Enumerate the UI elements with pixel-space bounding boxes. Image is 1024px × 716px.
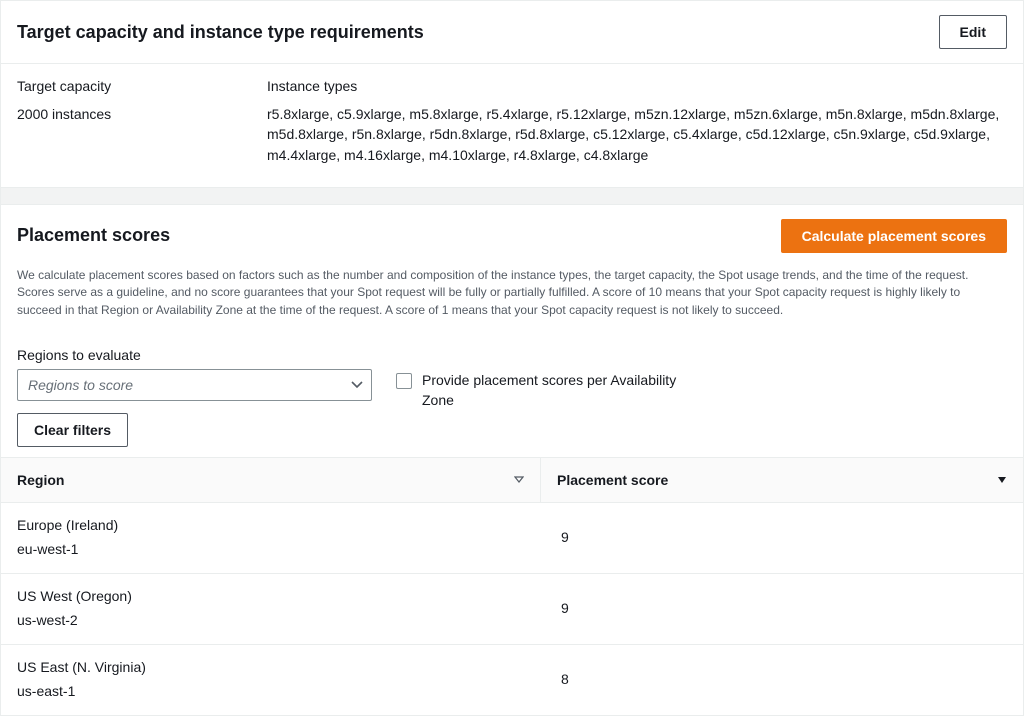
placement-scores-table: Region Placement score Europe (Ireland) … (0, 457, 1024, 716)
column-header-placement-score[interactable]: Placement score (541, 458, 1023, 502)
per-az-label: Provide placement scores per Availabilit… (422, 371, 682, 410)
column-header-region[interactable]: Region (1, 458, 541, 502)
placement-scores-panel: Placement scores Calculate placement sco… (0, 204, 1024, 333)
regions-select-placeholder: Regions to score (28, 377, 133, 393)
regions-to-score-select[interactable]: Regions to score (17, 369, 372, 401)
placement-score-cell: 9 (541, 574, 1023, 644)
panel-body: Target capacity 2000 instances Instance … (1, 64, 1023, 187)
chevron-down-icon (351, 381, 363, 389)
table-header: Region Placement score (1, 457, 1023, 503)
placement-score-cell: 9 (541, 503, 1023, 573)
instance-types-label: Instance types (267, 78, 1007, 94)
target-requirements-panel: Target capacity and instance type requir… (0, 0, 1024, 188)
placement-controls: Regions to evaluate Regions to score Cle… (0, 333, 1024, 457)
target-capacity-value: 2000 instances (17, 104, 267, 124)
region-name: US West (Oregon) (17, 588, 525, 604)
regions-to-evaluate-label: Regions to evaluate (17, 347, 372, 363)
table-row: US West (Oregon) us-west-2 9 (1, 574, 1023, 645)
table-row: US East (N. Virginia) us-east-1 8 (1, 645, 1023, 716)
sort-desc-icon (997, 473, 1007, 487)
edit-button[interactable]: Edit (939, 15, 1007, 49)
panel-header: Target capacity and instance type requir… (1, 1, 1023, 64)
region-code: eu-west-1 (17, 541, 525, 557)
region-code: us-west-2 (17, 612, 525, 628)
region-name: US East (N. Virginia) (17, 659, 525, 675)
instance-types-value: r5.8xlarge, c5.9xlarge, m5.8xlarge, r5.4… (267, 104, 1007, 165)
target-capacity-label: Target capacity (17, 78, 267, 94)
placement-score-cell: 8 (541, 645, 1023, 715)
panel-title: Target capacity and instance type requir… (17, 22, 424, 43)
placement-description: We calculate placement scores based on f… (1, 267, 1023, 333)
panel-title: Placement scores (17, 225, 170, 246)
table-row: Europe (Ireland) eu-west-1 9 (1, 503, 1023, 574)
region-name: Europe (Ireland) (17, 517, 525, 533)
sort-icon (514, 473, 524, 487)
region-code: us-east-1 (17, 683, 525, 699)
clear-filters-button[interactable]: Clear filters (17, 413, 128, 447)
panel-header: Placement scores Calculate placement sco… (1, 205, 1023, 267)
per-az-checkbox[interactable] (396, 373, 412, 389)
calculate-placement-scores-button[interactable]: Calculate placement scores (781, 219, 1007, 253)
